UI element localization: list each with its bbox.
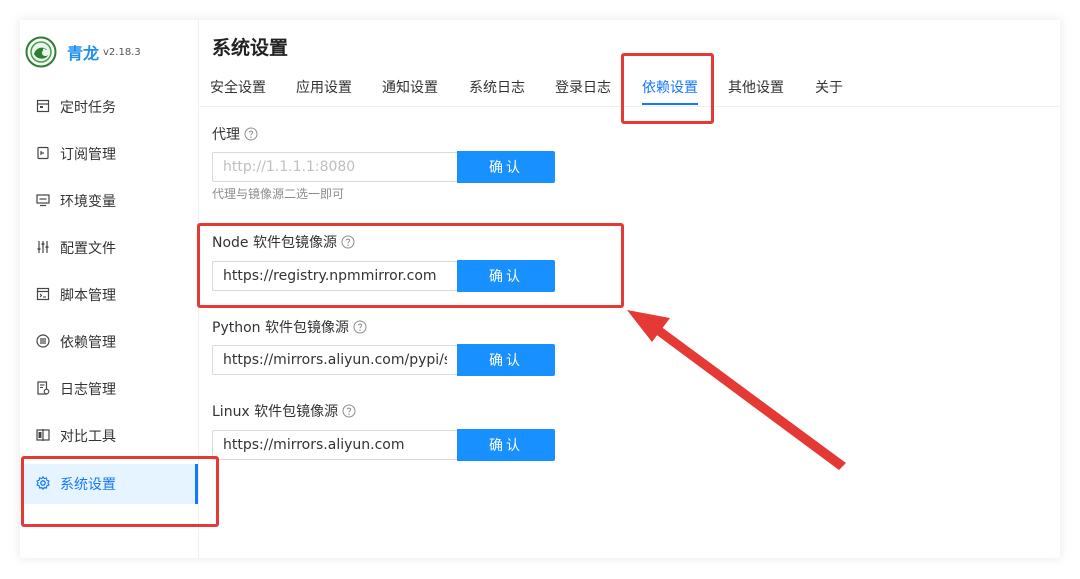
calendar-icon bbox=[36, 99, 50, 113]
python-mirror-label-text: Python 软件包镜像源 bbox=[212, 320, 349, 336]
linux-mirror-input[interactable] bbox=[212, 430, 457, 460]
log-icon bbox=[37, 381, 50, 395]
sidebar-item-env[interactable]: 环境变量 bbox=[20, 181, 198, 221]
dragon-logo-icon bbox=[25, 36, 57, 68]
sidebar-item-scripts[interactable]: 脚本管理 bbox=[20, 275, 198, 315]
help-icon[interactable] bbox=[244, 127, 258, 141]
sidebar-item-cron[interactable]: 定时任务 bbox=[20, 87, 198, 127]
sliders-icon bbox=[37, 241, 49, 253]
help-icon[interactable] bbox=[342, 404, 356, 418]
python-mirror-label: Python 软件包镜像源 bbox=[212, 317, 367, 337]
python-mirror-confirm-button[interactable]: 确认 bbox=[457, 344, 555, 376]
tab-notifications[interactable]: 通知设置 bbox=[382, 77, 438, 97]
annotation-box-node-mirror bbox=[197, 223, 624, 308]
sidebar-item-label: 配置文件 bbox=[60, 241, 116, 257]
sidebar-item-logs[interactable]: 日志管理 bbox=[20, 369, 198, 409]
sidebar-item-label: 依赖管理 bbox=[60, 335, 116, 351]
proxy-hint: 代理与镜像源二选一即可 bbox=[212, 187, 345, 201]
code-file-icon bbox=[36, 287, 50, 301]
sidebar-item-diff[interactable]: 对比工具 bbox=[20, 416, 198, 456]
monitor-icon bbox=[36, 194, 50, 207]
proxy-label-text: 代理 bbox=[212, 127, 240, 143]
page-title: 系统设置 bbox=[212, 37, 289, 59]
help-icon[interactable] bbox=[353, 320, 367, 334]
app-logo[interactable]: 青龙 v2.18.3 bbox=[25, 36, 195, 72]
linux-mirror-label: Linux 软件包镜像源 bbox=[212, 401, 356, 421]
tab-other[interactable]: 其他设置 bbox=[728, 77, 784, 97]
sidebar-item-config[interactable]: 配置文件 bbox=[20, 228, 198, 268]
sidebar-item-label: 脚本管理 bbox=[60, 288, 116, 304]
subscription-icon bbox=[37, 146, 49, 160]
app-version: v2.18.3 bbox=[103, 47, 141, 58]
tab-about[interactable]: 关于 bbox=[815, 77, 843, 97]
python-mirror-input[interactable] bbox=[212, 345, 457, 375]
tab-system-log[interactable]: 系统日志 bbox=[469, 77, 525, 97]
annotation-box-settings-menu bbox=[21, 456, 219, 527]
linux-mirror-label-text: Linux 软件包镜像源 bbox=[212, 404, 339, 420]
sidebar-item-subscriptions[interactable]: 订阅管理 bbox=[20, 134, 198, 174]
tab-security[interactable]: 安全设置 bbox=[210, 77, 266, 97]
sidebar-item-label: 订阅管理 bbox=[60, 147, 116, 163]
tab-login-log[interactable]: 登录日志 bbox=[555, 77, 611, 97]
proxy-input[interactable] bbox=[212, 152, 457, 182]
sidebar-item-label: 环境变量 bbox=[60, 194, 116, 210]
sidebar-item-label: 定时任务 bbox=[60, 100, 116, 116]
sidebar-item-label: 日志管理 bbox=[60, 382, 116, 398]
proxy-label: 代理 bbox=[212, 124, 258, 144]
annotation-box-dependency-tab bbox=[621, 53, 714, 124]
sidebar-item-label: 对比工具 bbox=[60, 429, 116, 445]
proxy-confirm-button[interactable]: 确认 bbox=[457, 151, 555, 183]
app-name: 青龙 bbox=[67, 44, 100, 63]
linux-mirror-confirm-button[interactable]: 确认 bbox=[457, 429, 555, 461]
diff-icon bbox=[36, 429, 50, 441]
tab-applications[interactable]: 应用设置 bbox=[296, 77, 352, 97]
sidebar-item-dependencies[interactable]: 依赖管理 bbox=[20, 322, 198, 362]
package-icon bbox=[36, 334, 50, 348]
